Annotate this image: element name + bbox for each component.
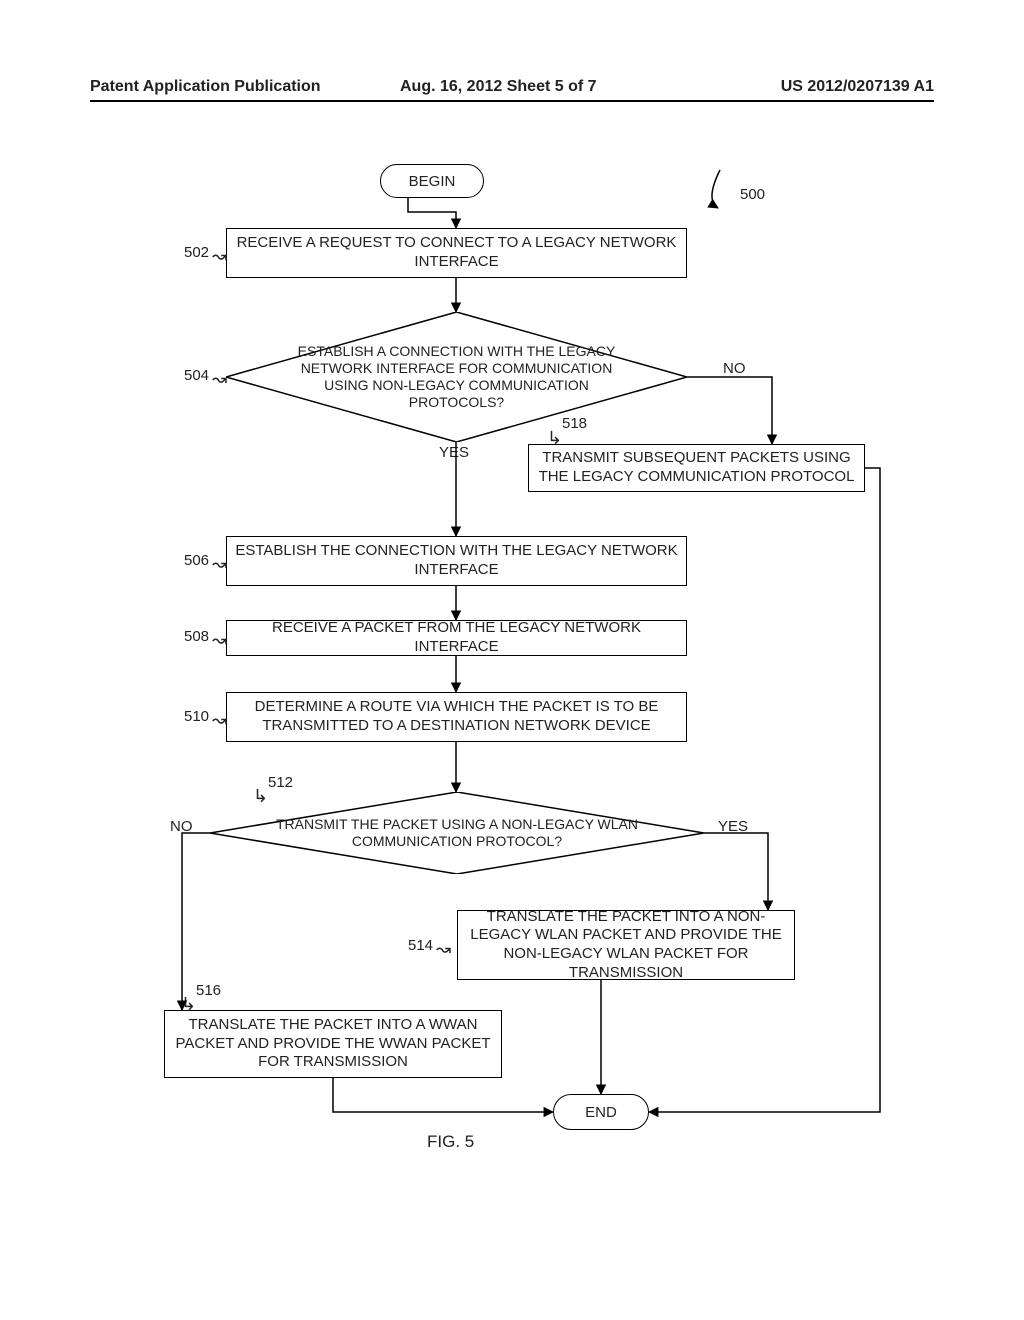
process-510-text: DETERMINE A ROUTE VIA WHICH THE PACKET I… xyxy=(235,698,678,736)
process-514: TRANSLATE THE PACKET INTO A NON-LEGACY W… xyxy=(457,910,795,980)
tick-506: ↝ xyxy=(212,554,227,575)
terminator-end: END xyxy=(553,1094,649,1130)
process-502: RECEIVE A REQUEST TO CONNECT TO A LEGACY… xyxy=(226,228,687,278)
ref-514: 514 xyxy=(408,937,433,954)
tick-514: ↝ xyxy=(436,939,451,960)
decision-504-text: ESTABLISH A CONNECTION WITH THE LEGACY N… xyxy=(226,312,687,442)
ref-500: 500 xyxy=(740,186,765,203)
process-506: ESTABLISH THE CONNECTION WITH THE LEGACY… xyxy=(226,536,687,586)
process-516-text: TRANSLATE THE PACKET INTO A WWAN PACKET … xyxy=(173,1016,493,1072)
dec512-no-label: NO xyxy=(170,818,193,835)
ref-510: 510 xyxy=(184,708,209,725)
tick-504: ↝ xyxy=(212,369,227,390)
process-508: RECEIVE A PACKET FROM THE LEGACY NETWORK… xyxy=(226,620,687,656)
terminator-begin: BEGIN xyxy=(380,164,484,198)
decision-512-text: TRANSMIT THE PACKET USING A NON-LEGACY W… xyxy=(210,792,704,874)
page: Patent Application Publication Aug. 16, … xyxy=(0,0,1024,1320)
dec504-yes-label: YES xyxy=(439,444,469,461)
process-518-text: TRANSMIT SUBSEQUENT PACKETS USING THE LE… xyxy=(537,449,856,487)
process-502-text: RECEIVE A REQUEST TO CONNECT TO A LEGACY… xyxy=(235,234,678,272)
ref-504: 504 xyxy=(184,367,209,384)
arrows-overlay xyxy=(0,0,1024,1320)
decision-504: ESTABLISH A CONNECTION WITH THE LEGACY N… xyxy=(226,312,687,442)
process-514-text: TRANSLATE THE PACKET INTO A NON-LEGACY W… xyxy=(466,908,786,983)
decision-512: TRANSMIT THE PACKET USING A NON-LEGACY W… xyxy=(210,792,704,874)
tick-508: ↝ xyxy=(212,630,227,651)
terminator-end-label: END xyxy=(585,1104,617,1121)
flowchart-canvas: BEGIN 500 RECEIVE A REQUEST TO CONNECT T… xyxy=(0,0,1024,1320)
tick-512: ↳ xyxy=(253,786,268,807)
process-516: TRANSLATE THE PACKET INTO A WWAN PACKET … xyxy=(164,1010,502,1078)
ref-506: 506 xyxy=(184,552,209,569)
ref-516: 516 xyxy=(196,982,221,999)
tick-518: ↳ xyxy=(547,428,562,449)
ref-508: 508 xyxy=(184,628,209,645)
process-506-text: ESTABLISH THE CONNECTION WITH THE LEGACY… xyxy=(235,542,678,580)
ref-512: 512 xyxy=(268,774,293,791)
process-508-text: RECEIVE A PACKET FROM THE LEGACY NETWORK… xyxy=(235,619,678,657)
figure-label: FIG. 5 xyxy=(427,1132,474,1152)
dec512-yes-label: YES xyxy=(718,818,748,835)
ref-502: 502 xyxy=(184,244,209,261)
process-510: DETERMINE A ROUTE VIA WHICH THE PACKET I… xyxy=(226,692,687,742)
terminator-begin-label: BEGIN xyxy=(409,173,456,190)
ref-518: 518 xyxy=(562,415,587,432)
dec504-no-label: NO xyxy=(723,360,746,377)
tick-510: ↝ xyxy=(212,710,227,731)
tick-516: ↳ xyxy=(181,994,196,1015)
tick-502: ↝ xyxy=(212,246,227,267)
process-518: TRANSMIT SUBSEQUENT PACKETS USING THE LE… xyxy=(528,444,865,492)
